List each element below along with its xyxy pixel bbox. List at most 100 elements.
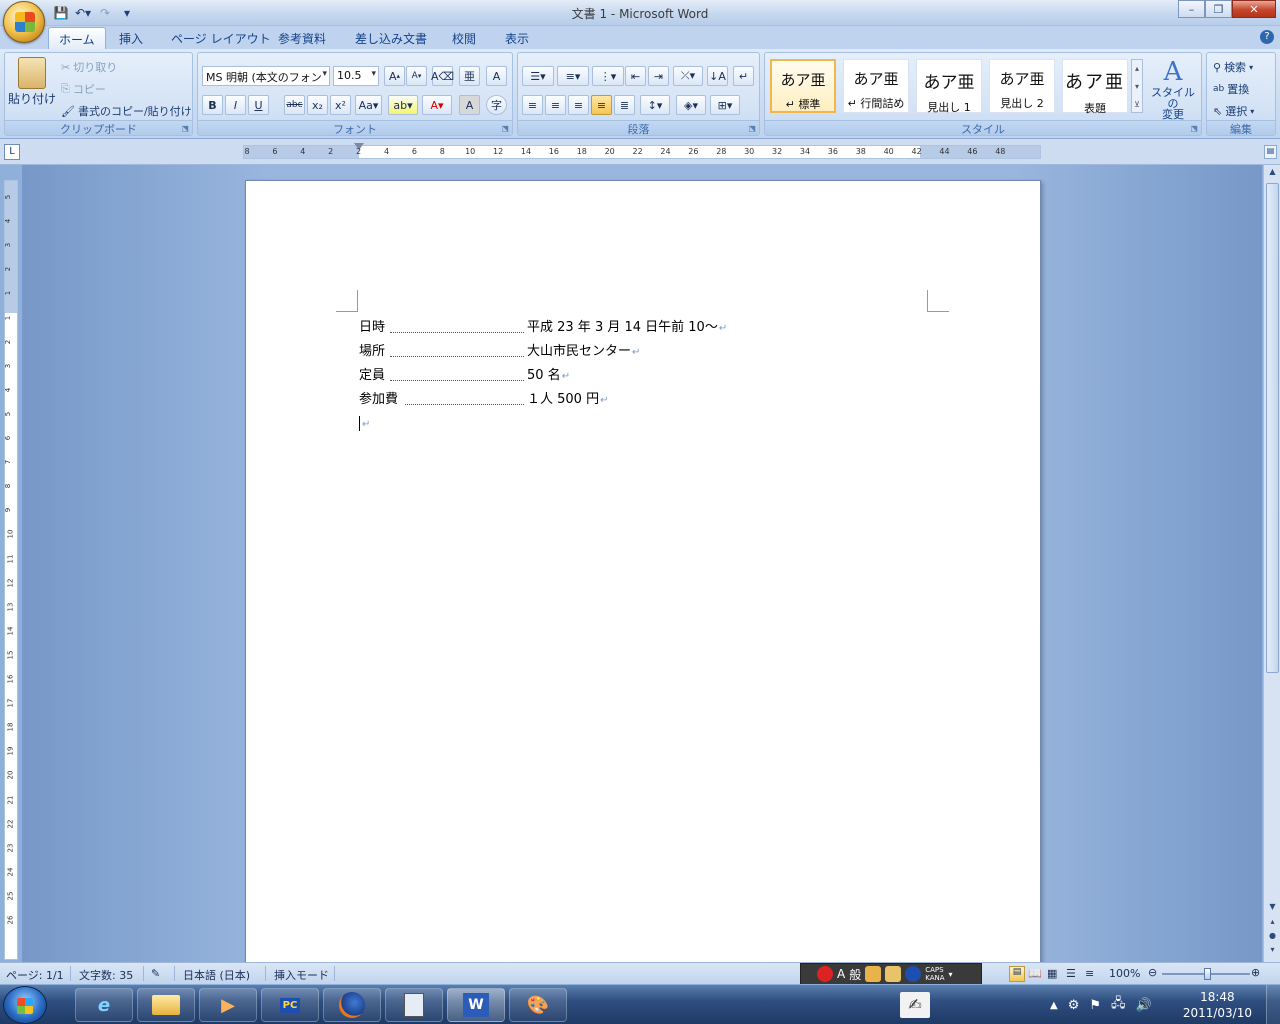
align-left-icon[interactable]: ≡ [522,95,543,115]
strikethrough-icon[interactable]: abc [284,95,305,115]
tab-references[interactable]: 参考資料 [278,30,326,47]
font-size-combo[interactable]: 10.5 [333,66,379,86]
network-icon[interactable]: 🖧 [1111,994,1126,1016]
firefox-icon[interactable] [323,988,381,1022]
font-name-combo[interactable]: MS 明朝 (本文のフォン [202,66,330,86]
insert-mode-status[interactable]: 挿入モード [274,967,329,983]
numbering-icon[interactable]: ≡▾ [557,66,589,86]
replace-button[interactable]: ab 置換 [1213,79,1249,99]
volume-icon[interactable]: 🔊 [1136,998,1152,1013]
calculator-icon[interactable] [385,988,443,1022]
style-heading-2[interactable]: あア亜 見出し 2 [989,59,1055,113]
scroll-up-icon[interactable]: ▲ [1266,167,1279,181]
shading-icon[interactable]: ◈▾ [676,95,706,115]
clear-formatting-icon[interactable]: A⌫ [431,66,454,86]
bullets-icon[interactable]: ☰▾ [522,66,554,86]
find-button[interactable]: ⚲ 検索 ▾ [1213,57,1253,77]
bold-icon[interactable]: B [202,95,223,115]
scroll-down-icon[interactable]: ▼ [1266,902,1279,916]
horizontal-ruler[interactable]: 8 6 4 2 2 4 6 8 10 12 14 16 18 20 22 24 26 28 30 32 34 36 38 40… [243,143,1041,159]
print-layout-icon[interactable]: ▤ [1009,966,1025,982]
maximize-button[interactable]: ❐ [1205,0,1232,18]
word-count[interactable]: 文字数: 35 [79,967,133,983]
justify-icon[interactable]: ≡ [591,95,612,115]
internet-explorer-icon[interactable]: e [75,988,133,1022]
tab-selector[interactable]: L [4,144,20,160]
help-icon[interactable]: ? [1260,30,1274,44]
enclose-characters-icon[interactable]: 字 [486,95,507,115]
copy-button[interactable]: ⎘ コピー [61,79,106,99]
office-button[interactable] [3,1,45,43]
format-painter-button[interactable]: 🖌 書式のコピー/貼り付け [61,101,192,121]
italic-icon[interactable]: I [225,95,246,115]
network-app-icon[interactable]: ⚙ [1068,998,1080,1013]
dialog-launcher-icon[interactable]: ⬔ [181,124,189,133]
dialog-launcher-icon[interactable]: ⬔ [748,124,756,133]
underline-icon[interactable]: U [248,95,269,115]
line-spacing-icon[interactable]: ↕▾ [640,95,670,115]
input-mode-indicator[interactable]: A [837,967,845,981]
zoom-slider[interactable]: ⊖ ⊕ [1148,966,1263,980]
previous-page-icon[interactable]: ▴ [1266,917,1279,931]
change-case-icon[interactable]: Aa▾ [355,95,382,115]
style-heading-1[interactable]: あア亜 見出し 1 [916,59,982,114]
tab-insert[interactable]: 挿入 [119,30,143,47]
file-explorer-icon[interactable] [137,988,195,1022]
full-screen-reading-icon[interactable]: 📖 [1028,967,1042,980]
character-shading-icon[interactable]: A [459,95,480,115]
dialog-launcher-icon[interactable]: ⬔ [1190,124,1198,133]
show-desktop-button[interactable] [1266,985,1280,1024]
dialog-launcher-icon[interactable]: ⬔ [501,124,509,133]
minimize-button[interactable]: – [1178,0,1205,18]
input-panel-icon[interactable]: ✍ [900,992,930,1018]
tab-mailings[interactable]: 差し込み文書 [355,30,427,47]
document-body[interactable]: 日時 平成 23 年 3 月 14 日午前 10～↵ 場所 大山市民センター↵ … [359,316,727,436]
borders-icon[interactable]: ⊞▾ [710,95,740,115]
font-color-icon[interactable]: A▾ [422,95,452,115]
vertical-scrollbar[interactable]: ▲ ▼ ▴ ● ▾ [1263,165,1280,962]
shrink-font-icon[interactable]: A ▾ [406,66,427,86]
distributed-icon[interactable]: ≣ [614,95,635,115]
ime-icon[interactable] [817,966,833,982]
cut-button[interactable]: ✂ 切り取り [61,57,117,77]
scrollbar-thumb[interactable] [1266,183,1279,673]
style-title[interactable]: あア亜 表題 [1062,59,1128,115]
increase-indent-icon[interactable]: ⇥ [648,66,669,86]
tab-review[interactable]: 校閲 [452,30,476,47]
text-direction-icon[interactable]: ⤫▾ [673,66,703,86]
show-hidden-icons-icon[interactable]: ▲ [1050,1000,1058,1011]
browse-object-icon[interactable]: ● [1266,931,1279,945]
select-button[interactable]: ⇖ 選択 ▾ [1213,101,1254,121]
style-normal[interactable]: あア亜 ↵ 標準 [770,59,836,113]
action-center-flag-icon[interactable]: ⚑ [1089,998,1101,1013]
change-styles-button[interactable]: A スタイルの 変更 [1147,57,1199,121]
sort-icon[interactable]: ↓A [707,66,728,86]
align-center-icon[interactable]: ≡ [545,95,566,115]
ime-help-icon[interactable] [905,966,922,982]
superscript-icon[interactable]: x² [330,95,351,115]
show-marks-icon[interactable]: ↵ [733,66,754,86]
decrease-indent-icon[interactable]: ⇤ [625,66,646,86]
grow-font-icon[interactable]: A ▴ [384,66,405,86]
zoom-level[interactable]: 100% [1109,967,1140,980]
nikkei-pc-icon[interactable]: PC [261,988,319,1022]
phonetic-guide-icon[interactable]: 亜 [459,66,480,86]
ime-tools-icon[interactable] [885,966,902,982]
paste-button[interactable]: 貼り付け [8,57,56,117]
draft-icon[interactable]: ≡ [1085,967,1094,980]
style-gallery-scroll[interactable]: ▴ ▾ ⊻ [1131,59,1143,113]
ime-pad-icon[interactable] [865,966,882,982]
start-button[interactable] [3,986,47,1024]
web-layout-icon[interactable]: ▦ [1047,967,1057,980]
document-page[interactable]: 日時 平成 23 年 3 月 14 日午前 10～↵ 場所 大山市民センター↵ … [245,180,1041,962]
highlight-icon[interactable]: ab▾ [388,95,418,115]
word-taskbar-icon[interactable]: W [447,988,505,1022]
align-right-icon[interactable]: ≡ [568,95,589,115]
tab-view[interactable]: 表示 [505,30,529,47]
proofing-icon[interactable]: ✎ [151,967,160,980]
paint-icon[interactable]: 🎨 [509,988,567,1022]
media-player-icon[interactable]: ▶ [199,988,257,1022]
language-status[interactable]: 日本語 (日本) [183,967,250,983]
tab-page-layout[interactable]: ページ レイアウト [171,30,271,47]
zoom-in-icon[interactable]: ⊕ [1251,966,1260,979]
